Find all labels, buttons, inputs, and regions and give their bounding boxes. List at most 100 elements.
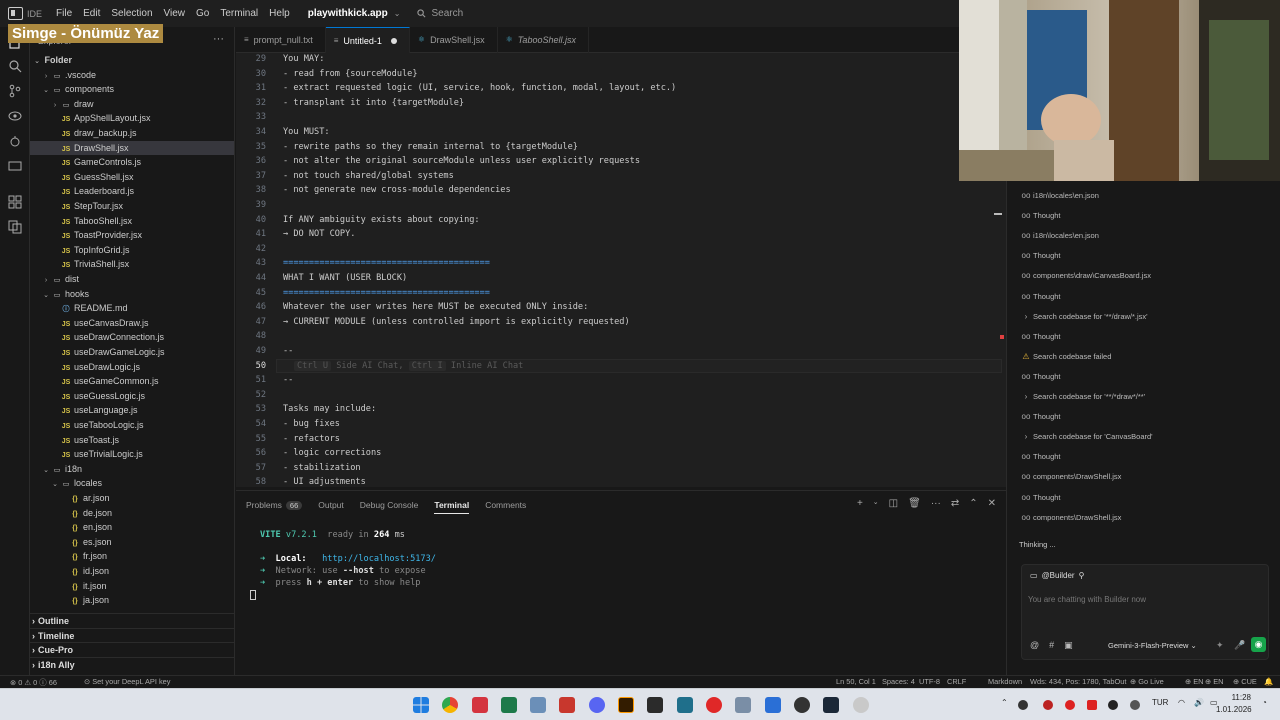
app-icon-15[interactable]	[853, 697, 869, 713]
tree-item[interactable]: {} id.json	[30, 564, 234, 579]
tree-item[interactable]: JS useTrivialLogic.js	[30, 447, 234, 462]
tree-item[interactable]: ⓘ README.md	[30, 301, 234, 316]
remote-icon[interactable]	[8, 159, 22, 173]
panel-tab-terminal[interactable]: Terminal	[434, 498, 470, 514]
code-line[interactable]: - extract requested logic (UI, service, …	[283, 83, 676, 93]
menu-terminal[interactable]: Terminal	[220, 8, 258, 19]
tree-item[interactable]: › ▭ .vscode	[30, 68, 234, 83]
menu-go[interactable]: Go	[196, 8, 209, 19]
code-line[interactable]: - not touch shared/global systems	[283, 171, 454, 181]
ai-activity-item[interactable]: ⚠ Search codebase failed	[1021, 350, 1111, 364]
ai-activity-item[interactable]: oo Thought	[1021, 450, 1061, 464]
code-line[interactable]: If ANY ambiguity exists about copying:	[283, 215, 480, 225]
copy-files-icon[interactable]	[8, 220, 22, 234]
ai-activity-item[interactable]: oo i18n\locales\en.json	[1021, 229, 1099, 243]
steam-icon[interactable]	[823, 697, 839, 713]
tree-item[interactable]: JS useGuessLogic.js	[30, 389, 234, 404]
sparkle-icon[interactable]: ✦	[1216, 640, 1224, 651]
cursor-position[interactable]: Ln 50, Col 1	[836, 677, 876, 686]
split-terminal-icon[interactable]: ◫	[889, 498, 898, 509]
tree-item[interactable]: JS TopInfoGrid.js	[30, 243, 234, 258]
tree-item[interactable]: ⌄ ▭ hooks	[30, 287, 234, 302]
encoding-status[interactable]: UTF-8	[919, 677, 940, 686]
tree-item[interactable]: {} ja.json	[30, 593, 234, 608]
code-line[interactable]: You MAY:	[283, 54, 324, 64]
unsaved-dot-icon[interactable]	[390, 37, 397, 44]
tree-item[interactable]: {} es.json	[30, 535, 234, 550]
code-line[interactable]: - UI adjustments	[283, 477, 366, 487]
clock-time[interactable]: 11:28	[1228, 693, 1251, 702]
ai-activity-item[interactable]: oo i18n\locales\en.json	[1021, 189, 1099, 203]
illustrator-icon[interactable]	[618, 697, 634, 713]
model-selector[interactable]: Gemini-3-Flash-Preview ⌄	[1108, 641, 1197, 650]
tray-app-icon-6[interactable]	[1130, 700, 1140, 710]
tree-item[interactable]: JS draw_backup.js	[30, 126, 234, 141]
section-timeline[interactable]: › Timeline	[30, 628, 234, 643]
tree-item[interactable]: ⌄ ▭ components	[30, 82, 234, 97]
bell-icon[interactable]: 🔔	[1264, 677, 1273, 686]
tree-item[interactable]: JS useToast.js	[30, 433, 234, 448]
indent-status[interactable]: Spaces: 4	[882, 677, 915, 686]
at-mention-icon[interactable]: @	[1030, 640, 1039, 651]
code-line[interactable]: - stabilization	[283, 463, 361, 473]
send-button[interactable]: ◉	[1251, 637, 1266, 652]
code-line[interactable]: - rewrite paths so they remain internal …	[283, 142, 578, 152]
tree-item[interactable]: JS useCanvasDraw.js	[30, 316, 234, 331]
code-line[interactable]: → CURRENT MODULE (unless controlled impo…	[283, 317, 630, 327]
code-line[interactable]: - refactors	[283, 434, 340, 444]
builder-mention[interactable]: ▭ @Builder ⚲	[1030, 571, 1084, 580]
code-line[interactable]: ========================================	[283, 258, 490, 268]
ai-activity-item[interactable]: oo Thought	[1021, 290, 1061, 304]
ai-activity-item[interactable]: › Search codebase for '**/draw/*.jsx'	[1021, 310, 1148, 324]
tree-item[interactable]: JS GameControls.js	[30, 155, 234, 170]
app-icon-8[interactable]	[647, 697, 663, 713]
tree-item[interactable]: {} fr.json	[30, 549, 234, 564]
app-icon-12[interactable]	[765, 697, 781, 713]
command-search[interactable]: Search	[417, 8, 463, 19]
go-live-button[interactable]: ⊕ Go Live	[1130, 677, 1164, 686]
panel-tab-problems[interactable]: Problems 66	[246, 498, 303, 514]
more-icon[interactable]: ···	[931, 498, 941, 509]
more-icon[interactable]: ···	[213, 33, 224, 45]
tray-app-icon-3[interactable]	[1065, 700, 1075, 710]
code-line[interactable]: You MUST:	[283, 127, 330, 137]
maximize-panel-icon[interactable]: ⌃	[969, 498, 977, 509]
terminal-cursor[interactable]	[250, 590, 256, 600]
tray-app-icon-4[interactable]	[1087, 700, 1097, 710]
tab-drawshell-jsx[interactable]: ⚛ DrawShell.jsx	[410, 27, 498, 53]
tray-overflow-icon[interactable]: ⌃	[1001, 698, 1008, 707]
tree-item[interactable]: › ▭ dist	[30, 272, 234, 287]
tab-tabooshell-jsx[interactable]: ⚛ TabooShell.jsx	[498, 27, 589, 53]
section-outline[interactable]: › Outline	[30, 613, 234, 628]
app-icon-4[interactable]	[530, 697, 546, 713]
ai-activity-item[interactable]: › Search codebase for '**/*draw*/**'	[1021, 390, 1145, 404]
menu-selection[interactable]: Selection	[111, 8, 152, 19]
tree-item[interactable]: JS useDrawLogic.js	[30, 360, 234, 375]
chevron-down-icon[interactable]: ⌄	[394, 9, 401, 18]
section-i18n-ally[interactable]: › i18n Ally	[30, 657, 234, 672]
code-line[interactable]: - logic corrections	[283, 448, 381, 458]
menu-file[interactable]: File	[56, 8, 72, 19]
layout-icon[interactable]: ⇄	[951, 498, 959, 509]
source-control-icon[interactable]	[8, 84, 22, 98]
tree-item[interactable]: JS StepTour.jsx	[30, 199, 234, 214]
tree-item[interactable]: JS GuessShell.jsx	[30, 170, 234, 185]
ai-activity-item[interactable]: oo components\draw\CanvasBoard.jsx	[1021, 269, 1151, 283]
code-line[interactable]: --	[283, 375, 293, 385]
code-line[interactable]: → DO NOT COPY.	[283, 229, 355, 239]
tray-app-icon-2[interactable]	[1043, 700, 1053, 710]
filezilla-icon[interactable]	[559, 697, 575, 713]
microphone-icon[interactable]: 🎤	[1234, 640, 1245, 651]
code-line[interactable]: Tasks may include:	[283, 404, 376, 414]
app-icon-13[interactable]	[794, 697, 810, 713]
ai-activity-item[interactable]: oo Thought	[1021, 491, 1061, 505]
tree-item[interactable]: JS Leaderboard.js	[30, 184, 234, 199]
input-language[interactable]: TUR	[1152, 698, 1168, 707]
code-line[interactable]: - transplant it into {targetModule}	[283, 98, 464, 108]
tree-item[interactable]: JS ToastProvider.jsx	[30, 228, 234, 243]
ai-activity-item[interactable]: oo components\DrawShell.jsx	[1021, 470, 1122, 484]
add-terminal-icon[interactable]: +	[857, 498, 863, 509]
close-icon[interactable]: ✕	[988, 498, 996, 509]
locale-status-2[interactable]: ⊕ EN	[1205, 677, 1224, 686]
eye-icon[interactable]	[8, 109, 22, 123]
